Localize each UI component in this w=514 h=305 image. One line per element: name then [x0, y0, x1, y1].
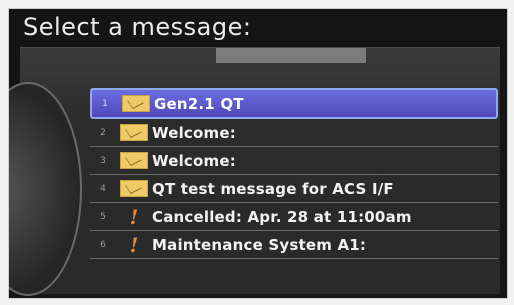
header-subbar	[216, 48, 366, 63]
message-label: Welcome:	[152, 123, 236, 142]
message-screen: 1 Gen2.1 QT 2 Welcome: 3 Welcome: 4 QT t…	[9, 47, 500, 296]
message-item-6[interactable]: 6 ! Maintenance System A1:	[90, 231, 498, 259]
alert-icon: !	[129, 204, 139, 229]
screen-title: Select a message:	[23, 13, 252, 41]
message-list: 1 Gen2.1 QT 2 Welcome: 3 Welcome: 4 QT t…	[90, 88, 498, 259]
message-label: Maintenance System A1:	[152, 235, 367, 254]
alert-icon: !	[129, 232, 139, 257]
message-item-3[interactable]: 3 Welcome:	[90, 147, 498, 175]
message-item-4[interactable]: 4 QT test message for ACS I/F	[90, 175, 498, 203]
envelope-icon	[120, 180, 148, 197]
message-label: Cancelled: Apr. 28 at 11:00am	[152, 207, 412, 226]
message-number: 3	[100, 155, 106, 166]
message-item-1[interactable]: 1 Gen2.1 QT	[90, 88, 498, 119]
message-number: 1	[102, 98, 108, 109]
message-item-2[interactable]: 2 Welcome:	[90, 119, 498, 147]
message-number: 5	[100, 211, 106, 222]
message-number: 4	[100, 183, 106, 194]
envelope-icon	[122, 95, 150, 112]
message-item-5[interactable]: 5 ! Cancelled: Apr. 28 at 11:00am	[90, 203, 498, 231]
display-frame: Select a message: 1 Gen2.1 QT 2 Welcome:…	[8, 8, 508, 299]
envelope-icon	[120, 124, 148, 141]
envelope-icon	[120, 152, 148, 169]
message-label: QT test message for ACS I/F	[152, 179, 394, 198]
message-number: 2	[100, 127, 106, 138]
message-number: 6	[100, 239, 106, 250]
message-label: Gen2.1 QT	[154, 94, 244, 113]
message-label: Welcome:	[152, 151, 236, 170]
scroll-dial[interactable]	[9, 82, 82, 296]
